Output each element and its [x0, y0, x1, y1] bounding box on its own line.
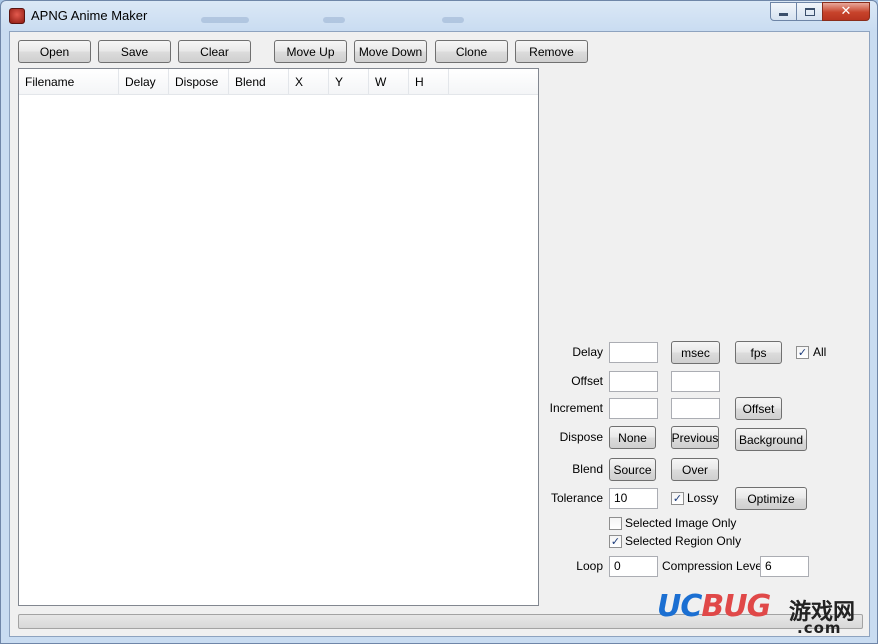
column-header-x[interactable]: X: [289, 69, 329, 95]
title-bar-background-blur: [323, 17, 345, 23]
app-logo-icon: [9, 8, 25, 24]
blend-source-button[interactable]: Source: [609, 458, 656, 481]
open-button[interactable]: Open: [18, 40, 91, 63]
lossy-checkbox[interactable]: [671, 492, 684, 505]
column-header-y[interactable]: Y: [329, 69, 369, 95]
frame-list-header: Filename Delay Dispose Blend X Y W H: [19, 69, 538, 95]
title-bar[interactable]: APNG Anime Maker ✕: [1, 1, 877, 31]
offset-x-input[interactable]: [609, 371, 658, 392]
close-button[interactable]: ✕: [822, 2, 870, 21]
clear-button[interactable]: Clear: [178, 40, 251, 63]
msec-button[interactable]: msec: [671, 341, 720, 364]
increment-x-input[interactable]: [609, 398, 658, 419]
column-header-w[interactable]: W: [369, 69, 409, 95]
progress-bar: [18, 614, 863, 629]
column-header-h[interactable]: H: [409, 69, 449, 95]
lossy-checkbox-label: Lossy: [687, 491, 719, 505]
selected-image-only-label: Selected Image Only: [625, 516, 737, 530]
offset-label: Offset: [571, 374, 603, 388]
dispose-none-button[interactable]: None: [609, 426, 656, 449]
main-panel: Open Save Clear Move Up Move Down Clone …: [9, 31, 870, 637]
selected-region-only-label: Selected Region Only: [625, 534, 742, 548]
close-icon: ✕: [840, 4, 852, 19]
save-button[interactable]: Save: [98, 40, 171, 63]
blend-label: Blend: [572, 462, 603, 476]
all-checkbox-label: All: [813, 345, 827, 359]
maximize-icon: [804, 7, 815, 16]
column-header-filename[interactable]: Filename: [19, 69, 119, 95]
fps-button[interactable]: fps: [735, 341, 782, 364]
title-bar-background-blur: [442, 17, 464, 23]
tolerance-input[interactable]: 10: [609, 488, 658, 509]
title-bar-background-blur: [201, 17, 249, 23]
optimize-button[interactable]: Optimize: [735, 487, 807, 510]
dispose-background-button[interactable]: Background: [735, 428, 807, 451]
column-header-blend[interactable]: Blend: [229, 69, 289, 95]
blend-over-button[interactable]: Over: [671, 458, 719, 481]
frame-list[interactable]: Filename Delay Dispose Blend X Y W H: [18, 68, 539, 606]
move-up-button[interactable]: Move Up: [274, 40, 347, 63]
maximize-button[interactable]: [796, 2, 823, 21]
increment-offset-button[interactable]: Offset: [735, 397, 782, 420]
move-down-button[interactable]: Move Down: [354, 40, 427, 63]
column-header-dispose[interactable]: Dispose: [169, 69, 229, 95]
compression-level-label: Compression Level: [662, 559, 765, 573]
loop-label: Loop: [576, 559, 603, 573]
column-header-delay[interactable]: Delay: [119, 69, 169, 95]
offset-y-input[interactable]: [671, 371, 720, 392]
remove-button[interactable]: Remove: [515, 40, 588, 63]
selected-region-only-checkbox[interactable]: [609, 535, 622, 548]
increment-y-input[interactable]: [671, 398, 720, 419]
minimize-icon: [779, 13, 788, 16]
tolerance-label: Tolerance: [550, 491, 603, 505]
selected-image-only-checkbox[interactable]: [609, 517, 622, 530]
increment-label: Increment: [549, 401, 603, 415]
delay-input[interactable]: [609, 342, 658, 363]
all-checkbox[interactable]: [796, 346, 809, 359]
minimize-button[interactable]: [770, 2, 797, 21]
delay-label: Delay: [572, 345, 603, 359]
clone-button[interactable]: Clone: [435, 40, 508, 63]
dispose-label: Dispose: [559, 430, 603, 444]
dispose-previous-button[interactable]: Previous: [671, 426, 719, 449]
compression-level-input[interactable]: 6: [760, 556, 809, 577]
loop-input[interactable]: 0: [609, 556, 658, 577]
app-window: APNG Anime Maker ✕ Open Save Clear Move …: [0, 0, 878, 644]
column-header-filler: [449, 69, 538, 95]
window-title: APNG Anime Maker: [31, 8, 148, 23]
